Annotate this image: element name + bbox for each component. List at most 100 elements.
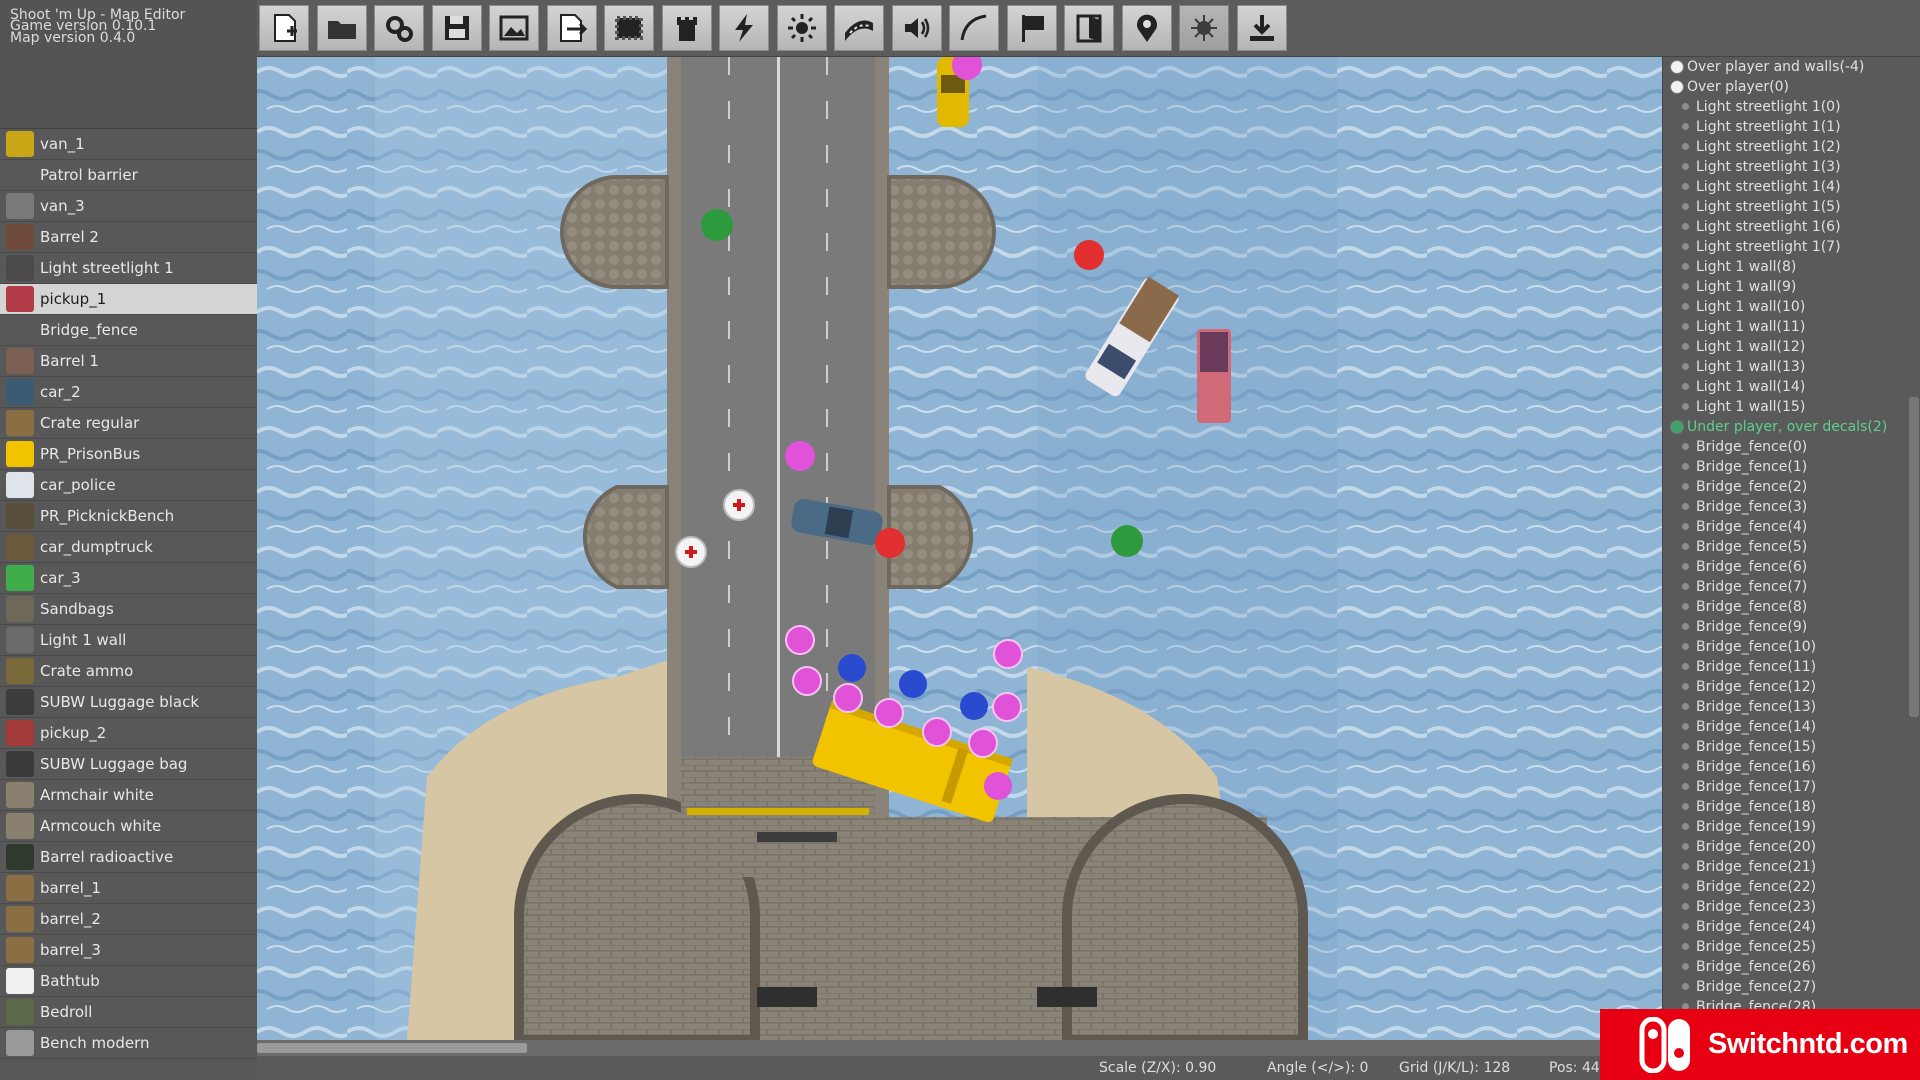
horizontal-scrollbar[interactable] <box>257 1040 1662 1056</box>
green-pickup[interactable] <box>701 209 733 241</box>
vertical-scroll-thumb[interactable] <box>1909 397 1919 717</box>
layer-item[interactable]: Bridge_fence(6) <box>1663 557 1920 577</box>
layer-item[interactable]: Bridge_fence(19) <box>1663 817 1920 837</box>
object-list-item[interactable]: barrel_2 <box>0 904 257 935</box>
object-list-item[interactable]: van_1 <box>0 129 257 160</box>
object-list-item[interactable]: car_dumptruck <box>0 532 257 563</box>
layer-item[interactable]: Light 1 wall(8) <box>1663 257 1920 277</box>
layer-item[interactable]: Light streetlight 1(7) <box>1663 237 1920 257</box>
object-list-item[interactable]: PR_PrisonBus <box>0 439 257 470</box>
layer-item[interactable]: Bridge_fence(17) <box>1663 777 1920 797</box>
object-list-item[interactable]: Bridge_fence <box>0 315 257 346</box>
layer-item[interactable]: Light 1 wall(11) <box>1663 317 1920 337</box>
path-tool-button[interactable] <box>834 5 884 51</box>
flag-tool-button[interactable] <box>1006 5 1057 51</box>
object-list-item[interactable]: Light streetlight 1 <box>0 253 257 284</box>
ammo-pickup[interactable] <box>785 441 815 471</box>
layer-item[interactable]: Bridge_fence(23) <box>1663 897 1920 917</box>
layer-item[interactable]: Bridge_fence(3) <box>1663 497 1920 517</box>
layer-item[interactable]: Bridge_fence(25) <box>1663 937 1920 957</box>
settings-button[interactable] <box>374 5 424 51</box>
save-map-button[interactable] <box>431 5 482 51</box>
tower-tool-button[interactable] <box>661 5 712 51</box>
layer-item[interactable]: Light streetlight 1(1) <box>1663 117 1920 137</box>
ammo-pickup[interactable] <box>984 772 1012 800</box>
layer-visibility-toggle[interactable] <box>1670 60 1684 74</box>
layer-item[interactable]: Light 1 wall(9) <box>1663 277 1920 297</box>
open-map-button[interactable] <box>316 5 367 51</box>
map-canvas[interactable] <box>257 57 1662 1040</box>
object-list-item[interactable]: Barrel 1 <box>0 346 257 377</box>
layer-item[interactable]: Bridge_fence(22) <box>1663 877 1920 897</box>
layer-item[interactable]: Bridge_fence(20) <box>1663 837 1920 857</box>
layer-item[interactable]: Bridge_fence(7) <box>1663 577 1920 597</box>
object-list-item[interactable]: barrel_3 <box>0 935 257 966</box>
layer-item[interactable]: Bridge_fence(10) <box>1663 637 1920 657</box>
object-list-item[interactable]: Crate ammo <box>0 656 257 687</box>
layer-item[interactable]: Light streetlight 1(3) <box>1663 157 1920 177</box>
background-image-button[interactable] <box>489 5 539 51</box>
layer-item[interactable]: Bridge_fence(27) <box>1663 977 1920 997</box>
red-pickup-truck[interactable] <box>1197 329 1231 423</box>
layer-item[interactable]: Bridge_fence(11) <box>1663 657 1920 677</box>
layer-item[interactable]: Bridge_fence(26) <box>1663 957 1920 977</box>
layer-item[interactable]: Bridge_fence(9) <box>1663 617 1920 637</box>
object-list-item[interactable]: barrel_1 <box>0 873 257 904</box>
object-list-item[interactable]: Patrol barrier <box>0 160 257 191</box>
object-list-item[interactable]: Armchair white <box>0 780 257 811</box>
object-list-item[interactable]: SUBW Luggage bag <box>0 749 257 780</box>
object-list-item[interactable]: pickup_1 <box>0 284 257 315</box>
layer-item[interactable]: Light streetlight 1(2) <box>1663 137 1920 157</box>
object-list-item[interactable]: Bathtub <box>0 966 257 997</box>
layer-item[interactable]: Light streetlight 1(0) <box>1663 97 1920 117</box>
layer-item[interactable]: Light 1 wall(14) <box>1663 377 1920 397</box>
object-list-item[interactable]: car_2 <box>0 377 257 408</box>
layer-item[interactable]: Light 1 wall(13) <box>1663 357 1920 377</box>
lightning-tool-button[interactable] <box>719 5 769 51</box>
map-viewport[interactable] <box>257 57 1662 1040</box>
object-list-item[interactable]: Barrel 2 <box>0 222 257 253</box>
layer-item[interactable]: Bridge_fence(0) <box>1663 437 1920 457</box>
object-list-item[interactable]: Barrel radioactive <box>0 842 257 873</box>
layer-group[interactable]: Under player, over decals(2) <box>1663 417 1920 437</box>
green-pickup[interactable] <box>1111 525 1143 557</box>
layer-item[interactable]: Bridge_fence(13) <box>1663 697 1920 717</box>
weapon-pickup[interactable] <box>1074 240 1104 270</box>
sound-tool-button[interactable] <box>891 5 942 51</box>
layer-group[interactable]: Over player(0) <box>1663 77 1920 97</box>
layer-item[interactable]: Bridge_fence(16) <box>1663 757 1920 777</box>
new-map-button[interactable] <box>259 5 309 51</box>
weapon-pickup[interactable] <box>875 528 905 558</box>
object-list-item[interactable]: SUBW Luggage black <box>0 687 257 718</box>
layer-group[interactable]: Over player and walls(-4) <box>1663 57 1920 77</box>
layer-item[interactable]: Bridge_fence(14) <box>1663 717 1920 737</box>
curve-tool-button[interactable] <box>949 5 999 51</box>
layer-item[interactable]: Bridge_fence(18) <box>1663 797 1920 817</box>
layer-item[interactable]: Bridge_fence(21) <box>1663 857 1920 877</box>
layer-item[interactable]: Light streetlight 1(4) <box>1663 177 1920 197</box>
layer-item[interactable]: Bridge_fence(5) <box>1663 537 1920 557</box>
door-tool-button[interactable] <box>1064 5 1114 51</box>
object-list-item[interactable]: PR_PicknickBench <box>0 501 257 532</box>
layer-item[interactable]: Bridge_fence(24) <box>1663 917 1920 937</box>
object-list-item[interactable]: Armcouch white <box>0 811 257 842</box>
horizontal-scroll-thumb[interactable] <box>257 1043 527 1053</box>
layer-item[interactable]: Light 1 wall(10) <box>1663 297 1920 317</box>
stamp-tool-button[interactable] <box>604 5 654 51</box>
object-list-item[interactable]: Bedroll <box>0 997 257 1028</box>
object-list-item[interactable]: Crate regular <box>0 408 257 439</box>
object-list-item[interactable]: car_3 <box>0 563 257 594</box>
health-pickup[interactable] <box>675 536 707 568</box>
layer-item[interactable]: Bridge_fence(1) <box>1663 457 1920 477</box>
health-pickup[interactable] <box>723 489 755 521</box>
layer-item[interactable]: Bridge_fence(8) <box>1663 597 1920 617</box>
layer-item[interactable]: Bridge_fence(15) <box>1663 737 1920 757</box>
layer-item[interactable]: Bridge_fence(12) <box>1663 677 1920 697</box>
layer-visibility-toggle[interactable] <box>1670 420 1684 434</box>
export-button[interactable] <box>546 5 597 51</box>
waypoint-tool-button[interactable] <box>1121 5 1172 51</box>
layer-item[interactable]: Bridge_fence(2) <box>1663 477 1920 497</box>
object-list-item[interactable]: Light 1 wall <box>0 625 257 656</box>
layer-item[interactable]: Light 1 wall(12) <box>1663 337 1920 357</box>
layer-visibility-toggle[interactable] <box>1670 80 1684 94</box>
